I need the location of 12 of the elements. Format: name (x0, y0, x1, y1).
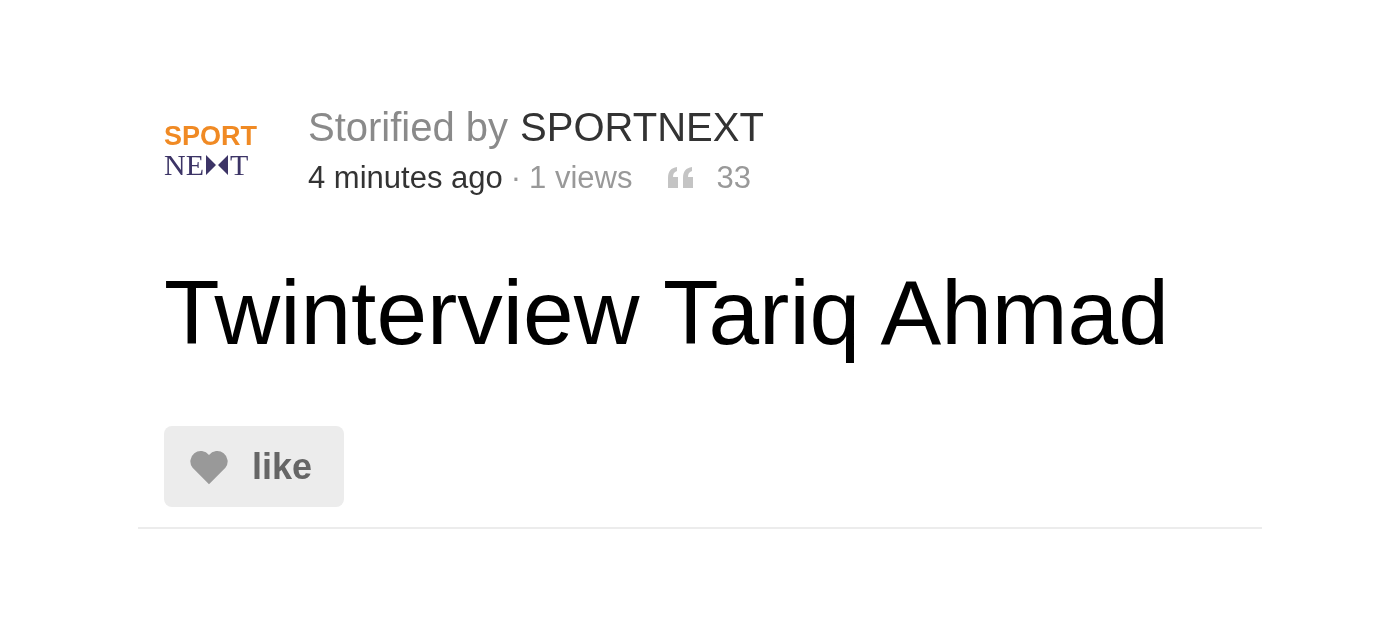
story-title: Twinterview Tariq Ahmad (164, 261, 1170, 365)
byline-label: Storified by (308, 104, 509, 151)
logo-text: NE (164, 150, 204, 180)
author-name[interactable]: SPORTNEXT (520, 102, 764, 152)
like-button[interactable]: like (164, 426, 345, 507)
arrows-icon (204, 153, 230, 177)
logo-text: SPORT (164, 122, 257, 150)
view-count: 1 views (529, 159, 633, 197)
logo-text: T (230, 150, 249, 180)
separator: · (510, 159, 522, 197)
timestamp: 4 minutes ago (308, 159, 503, 197)
quote-count: 33 (716, 159, 751, 197)
